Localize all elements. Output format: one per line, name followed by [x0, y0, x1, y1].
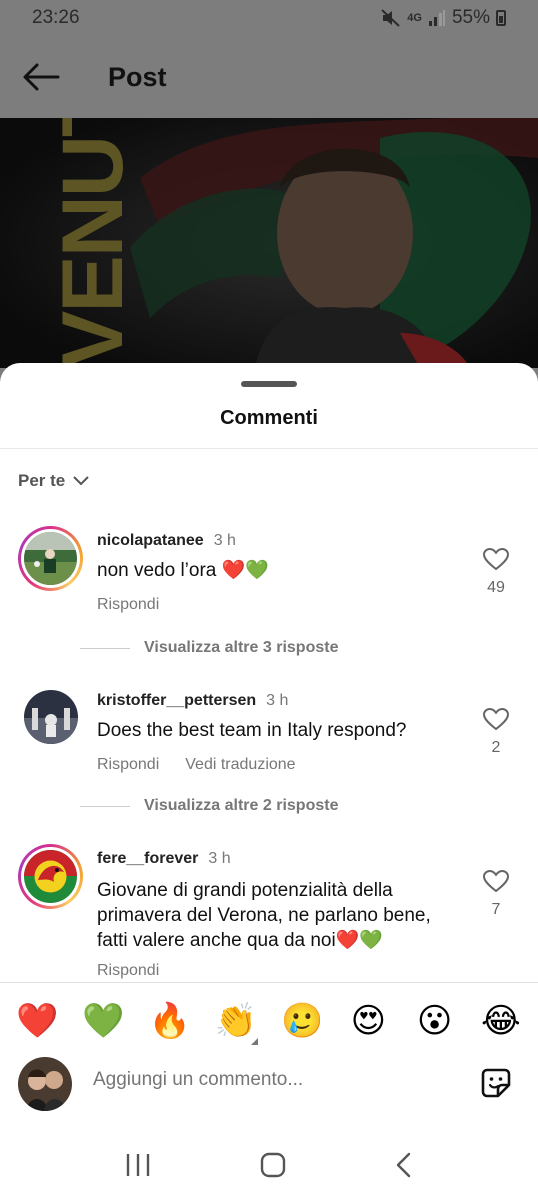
sheet-title: Commenti [220, 407, 318, 429]
view-more-replies-label: Visualizza altre 2 risposte [144, 797, 339, 814]
emoji-surprised[interactable]: 😮 [411, 1001, 459, 1041]
emoji-clapping-hands[interactable]: 👏 [215, 1002, 257, 1040]
comment-username[interactable]: kristoffer__pettersen [97, 692, 256, 710]
post-image-artwork: VENUTO [0, 118, 538, 368]
comment-body: non vedo l’ora [97, 560, 217, 581]
comment-text: Does the best team in Italy respond? [97, 720, 407, 741]
avatar [18, 1057, 72, 1111]
emoji-clap-wrapper[interactable]: 👏 [212, 1001, 260, 1045]
status-bar: 23:26 4G 55% [0, 0, 538, 36]
view-more-replies[interactable]: Visualizza altre 2 risposte [80, 797, 338, 815]
page-title: Post [108, 61, 167, 92]
comment-emojis: ❤️💚 [221, 560, 269, 581]
like-count: 2 [491, 739, 501, 756]
comment-actions: Rispondi [97, 596, 159, 614]
divider [0, 982, 538, 983]
avatar[interactable] [18, 526, 83, 591]
comment-emojis: ❤️💚 [335, 930, 384, 951]
view-more-replies[interactable]: Visualizza altre 3 risposte [80, 639, 338, 657]
back-arrow-icon[interactable] [22, 63, 60, 91]
emoji-heart-eyes[interactable]: 😍 [344, 1001, 392, 1041]
reply-button[interactable]: Rispondi [97, 756, 159, 774]
avatar[interactable] [24, 690, 78, 744]
post-header: Post [0, 36, 538, 118]
comment-username[interactable]: fere__forever [97, 850, 198, 868]
heart-outline-icon[interactable] [483, 548, 509, 571]
sort-label: Per te [18, 471, 66, 490]
sticker-icon[interactable] [478, 1065, 514, 1101]
comment-time: 3 h [266, 692, 289, 709]
emoji-tear-smile[interactable]: 🥲 [278, 1001, 326, 1041]
system-navigation-bar [0, 1130, 538, 1200]
divider [80, 647, 130, 649]
status-icons: 4G 55% [381, 7, 506, 29]
network-4g-icon: 4G [407, 11, 422, 24]
skin-tone-indicator-icon [250, 1038, 258, 1045]
chevron-down-icon [73, 476, 89, 486]
mute-icon [381, 9, 400, 27]
translate-button[interactable]: Vedi traduzione [185, 756, 295, 774]
reply-button[interactable]: Rispondi [97, 962, 159, 980]
comment-header: fere__forever 3 h [97, 850, 231, 868]
heart-outline-icon[interactable] [483, 870, 509, 893]
emoji-red-heart[interactable]: ❤️ [13, 1001, 61, 1041]
quick-emoji-bar: ❤️ 💚 🔥 👏 🥲 😍 😮 😂 [0, 997, 538, 1045]
like-control: 49 [472, 548, 520, 597]
like-count: 7 [491, 901, 501, 918]
like-control: 2 [472, 708, 520, 757]
view-more-replies-label: Visualizza altre 3 risposte [144, 639, 339, 656]
like-control: 7 [472, 870, 520, 919]
comment-time: 3 h [213, 532, 236, 549]
battery-text: 55% [451, 7, 490, 28]
emoji-green-heart[interactable]: 💚 [79, 1001, 127, 1041]
home-icon[interactable] [259, 1151, 287, 1179]
like-count: 49 [487, 579, 505, 596]
post-image[interactable]: VENUTO [0, 118, 538, 368]
comment-input[interactable] [93, 1069, 453, 1091]
post-image-vertical-text: VENUTO [45, 118, 141, 368]
comment-time: 3 h [208, 850, 231, 867]
comment-actions: Rispondi Vedi traduzione [97, 756, 296, 774]
signal-icon [428, 10, 445, 26]
divider [80, 805, 130, 807]
comment-composer [0, 1057, 538, 1113]
comment-username[interactable]: nicolapatanee [97, 532, 204, 550]
comment-actions: Rispondi [97, 962, 159, 980]
avatar[interactable] [18, 844, 83, 909]
emoji-fire[interactable]: 🔥 [146, 1001, 194, 1041]
sheet-drag-handle[interactable] [241, 381, 297, 387]
heart-outline-icon[interactable] [483, 708, 509, 731]
battery-icon [496, 10, 506, 26]
emoji-laughing[interactable]: 😂 [477, 1001, 525, 1041]
comment-header: kristoffer__pettersen 3 h [97, 692, 288, 710]
sort-dropdown[interactable]: Per te [18, 471, 89, 491]
back-icon[interactable] [394, 1151, 414, 1179]
divider [0, 448, 538, 449]
recent-apps-icon[interactable] [124, 1152, 152, 1178]
comment-text: Giovane di grandi potenzialità della pri… [97, 878, 447, 953]
comment-header: nicolapatanee 3 h [97, 532, 236, 550]
status-time: 23:26 [32, 7, 80, 28]
reply-button[interactable]: Rispondi [97, 596, 159, 614]
comment-text: non vedo l’ora ❤️💚 [97, 558, 437, 583]
